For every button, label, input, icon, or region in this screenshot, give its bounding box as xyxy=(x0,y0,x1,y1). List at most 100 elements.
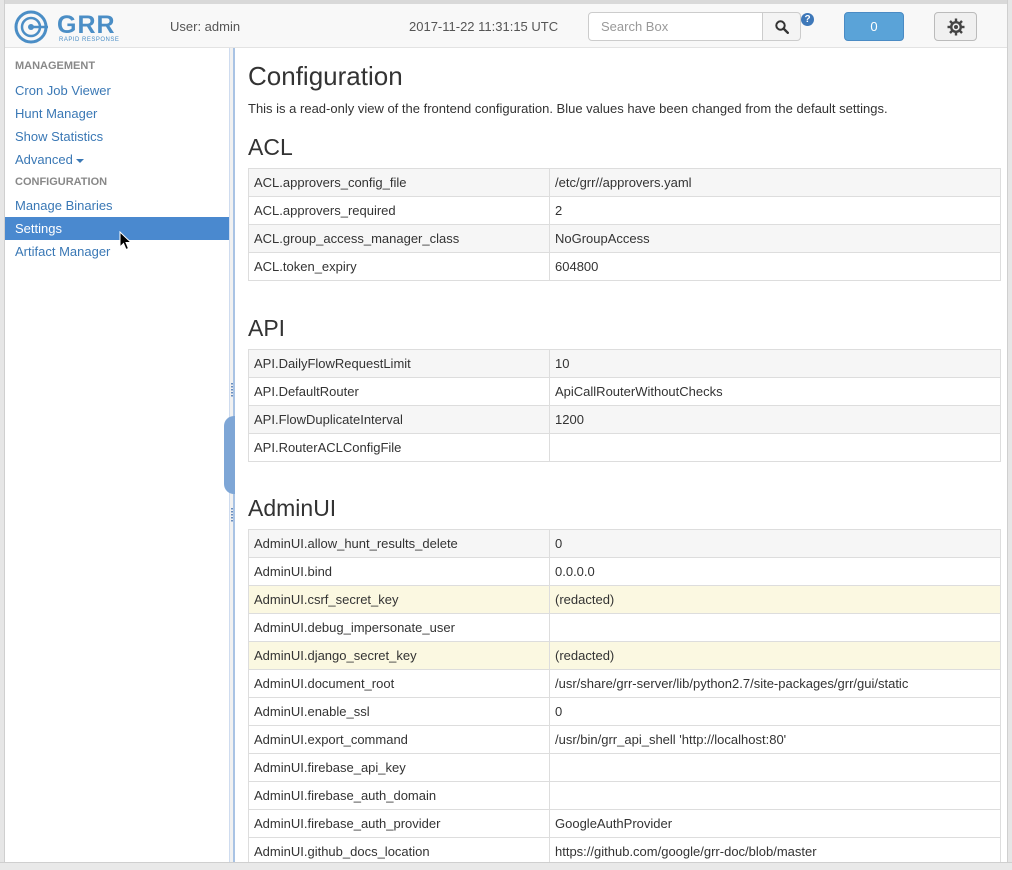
table-row: AdminUI.github_docs_location https://gith… xyxy=(248,837,1001,862)
user-settings-button[interactable] xyxy=(934,12,977,41)
table-row: AdminUI.firebase_auth_provider GoogleAuth… xyxy=(248,809,1001,838)
grr-logo-icon xyxy=(14,10,48,44)
config-key: AdminUI.allow_hunt_results_delete xyxy=(248,529,550,558)
sidebar-item-label: Manage Binaries xyxy=(15,198,113,213)
config-value: 0 xyxy=(549,529,1001,558)
mouse-cursor-icon xyxy=(119,231,133,251)
search-input[interactable] xyxy=(588,12,763,41)
sidebar-item-label: Settings xyxy=(15,221,62,236)
config-key: AdminUI.github_docs_location xyxy=(248,837,550,862)
splitter-collapse-handle[interactable] xyxy=(224,416,235,494)
sidebar-item-hunt-manager[interactable]: Hunt Manager xyxy=(5,102,229,125)
splitter-grip-icon xyxy=(231,383,233,397)
config-key: API.DefaultRouter xyxy=(248,377,550,406)
config-key: AdminUI.firebase_auth_provider xyxy=(248,809,550,838)
window-left-edge xyxy=(0,0,5,870)
config-key: AdminUI.firebase_api_key xyxy=(248,753,550,782)
sidebar-nav: MANAGEMENT Cron Job Viewer Hunt Manager … xyxy=(5,48,229,862)
table-row-highlighted: AdminUI.csrf_secret_key (redacted) xyxy=(248,585,1001,614)
logo-subtitle: RAPID RESPONSE xyxy=(59,37,120,43)
config-key: AdminUI.bind xyxy=(248,557,550,586)
section-title-acl: ACL xyxy=(248,134,293,160)
config-value: 0 xyxy=(549,697,1001,726)
config-table-adminui: AdminUI.allow_hunt_results_delete 0 Admin… xyxy=(248,529,1001,862)
config-key: API.RouterACLConfigFile xyxy=(248,433,550,462)
config-value: 1200 xyxy=(549,405,1001,434)
table-row: API.FlowDuplicateInterval 1200 xyxy=(248,405,1001,434)
table-row: AdminUI.enable_ssl 0 xyxy=(248,697,1001,726)
sidebar-item-advanced[interactable]: Advanced xyxy=(5,148,229,171)
sidebar-item-label: Advanced xyxy=(15,152,73,167)
page-description: This is a read-only view of the frontend… xyxy=(248,101,888,116)
config-key: AdminUI.django_secret_key xyxy=(248,641,550,670)
sidebar-item-settings[interactable]: Settings xyxy=(5,217,229,240)
config-value: NoGroupAccess xyxy=(549,224,1001,253)
config-value xyxy=(549,613,1001,642)
config-table-acl: ACL.approvers_config_file/etc/grr//appro… xyxy=(248,168,1001,281)
user-label: User: admin xyxy=(170,19,241,34)
logo-text: GRR xyxy=(57,11,116,39)
config-value: https://github.com/google/grr-doc/blob/m… xyxy=(549,837,1001,862)
config-value: 0.0.0.0 xyxy=(549,557,1001,586)
caret-down-icon xyxy=(75,158,84,163)
table-row: AdminUI.document_root/usr/share/grr-serv… xyxy=(248,669,1001,698)
gear-icon xyxy=(947,18,964,35)
help-icon[interactable]: ? xyxy=(801,13,814,26)
table-row: API.DailyFlowRequestLimit 10 xyxy=(248,349,1001,378)
window-bottom-edge xyxy=(0,862,1012,870)
config-key: AdminUI.enable_ssl xyxy=(248,697,550,726)
window-right-edge xyxy=(1007,0,1012,870)
table-row: AdminUI.firebase_api_key xyxy=(248,753,1001,782)
config-value: 2 xyxy=(549,196,1001,225)
config-value xyxy=(549,781,1001,810)
sidebar-item-cron-job-viewer[interactable]: Cron Job Viewer xyxy=(5,79,229,102)
server-timestamp: 2017-11-22 11:31:15 UTC xyxy=(409,19,559,34)
search-button[interactable] xyxy=(762,12,801,41)
sidebar-item-manage-binaries[interactable]: Manage Binaries xyxy=(5,194,229,217)
section-title-api: API xyxy=(248,315,286,341)
section-title-adminui: AdminUI xyxy=(248,495,337,521)
splitter-grip-icon xyxy=(231,508,233,522)
table-row: AdminUI.allow_hunt_results_delete 0 xyxy=(248,529,1001,558)
config-value xyxy=(549,433,1001,462)
config-value: 10 xyxy=(549,349,1001,378)
config-value: /usr/share/grr-server/lib/python2.7/site… xyxy=(549,669,1001,698)
config-key: ACL.group_access_manager_class xyxy=(248,224,550,253)
notifications-button[interactable]: 0 xyxy=(844,12,904,41)
sidebar-item-show-statistics[interactable]: Show Statistics xyxy=(5,125,229,148)
config-key: AdminUI.firebase_auth_domain xyxy=(248,781,550,810)
sidebar-item-artifact-manager[interactable]: Artifact Manager xyxy=(5,240,229,263)
nav-header-configuration: CONFIGURATION xyxy=(15,176,108,188)
table-row-highlighted: AdminUI.django_secret_key (redacted) xyxy=(248,641,1001,670)
sidebar-item-label: Artifact Manager xyxy=(15,244,111,259)
sidebar-item-label: Show Statistics xyxy=(15,129,104,144)
table-row: ACL.group_access_manager_class NoGroupAcc… xyxy=(248,224,1001,253)
sidebar-item-label: Cron Job Viewer xyxy=(15,83,111,98)
table-row: ACL.approvers_config_file/etc/grr//appro… xyxy=(248,168,1001,197)
table-row: AdminUI.debug_impersonate_user xyxy=(248,613,1001,642)
sidebar-item-label: Hunt Manager xyxy=(15,106,98,121)
table-row: ACL.approvers_required 2 xyxy=(248,196,1001,225)
table-row: API.RouterACLConfigFile xyxy=(248,433,1001,462)
search-box xyxy=(588,12,801,41)
config-value: /usr/bin/grr_api_shell 'http://localhost… xyxy=(549,725,1001,754)
nav-header-management: MANAGEMENT xyxy=(15,60,96,72)
config-value xyxy=(549,753,1001,782)
table-row: AdminUI.firebase_auth_domain xyxy=(248,781,1001,810)
config-value: GoogleAuthProvider xyxy=(549,809,1001,838)
table-row: ACL.token_expiry 604800 xyxy=(248,252,1001,281)
config-key: ACL.token_expiry xyxy=(248,252,550,281)
config-key: AdminUI.debug_impersonate_user xyxy=(248,613,550,642)
table-row: AdminUI.export_command/usr/bin/grr_api_s… xyxy=(248,725,1001,754)
config-value: /etc/grr//approvers.yaml xyxy=(549,168,1001,197)
grr-logo[interactable]: GRR RAPID RESPONSE xyxy=(13,9,133,45)
config-key: AdminUI.export_command xyxy=(248,725,550,754)
main-content: Configuration This is a read-only view o… xyxy=(236,48,1007,862)
config-key: API.FlowDuplicateInterval xyxy=(248,405,550,434)
config-key: AdminUI.document_root xyxy=(248,669,550,698)
top-navbar: GRR RAPID RESPONSE User: admin 2017-11-2… xyxy=(5,4,1007,48)
table-row: AdminUI.bind 0.0.0.0 xyxy=(248,557,1001,586)
config-key: ACL.approvers_required xyxy=(248,196,550,225)
config-key: ACL.approvers_config_file xyxy=(248,168,550,197)
config-key: AdminUI.csrf_secret_key xyxy=(248,585,550,614)
